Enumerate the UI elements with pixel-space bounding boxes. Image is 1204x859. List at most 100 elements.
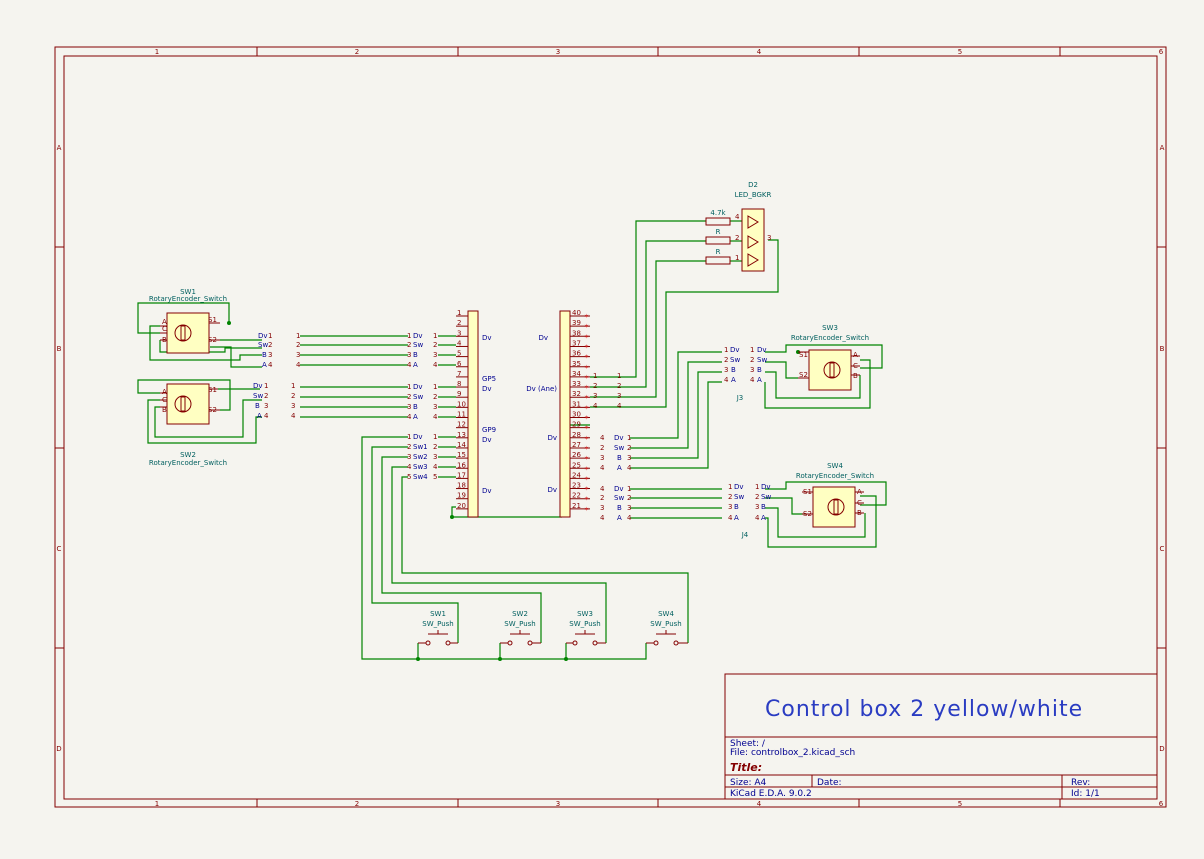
svg-text:1: 1 [268, 332, 272, 340]
outer-frame [54, 46, 1167, 808]
right-header-pin-number: 26 [572, 451, 581, 459]
no-connect-mark: ✶ [584, 435, 589, 442]
row-label-d-right: D [1159, 745, 1164, 753]
svg-text:2: 2 [433, 341, 437, 349]
no-connect-mark: ✶ [584, 323, 589, 330]
svg-text:3: 3 [407, 403, 411, 411]
svg-text:Sw2: Sw2 [413, 453, 428, 461]
left-header-pin-number: 14 [457, 441, 466, 449]
right-header-pin-number: 35 [572, 360, 581, 368]
svg-text:4: 4 [593, 402, 598, 410]
right-header-pin-number: 32 [572, 390, 581, 398]
svg-text:4: 4 [724, 376, 729, 384]
push-button-sw3: SW3 SW_Push [566, 610, 606, 646]
encoder-sw4-pin-s1: S1 [803, 488, 812, 496]
svg-text:4: 4 [728, 514, 733, 522]
push-sw4-value: SW_Push [650, 620, 681, 628]
encoder-sw2-ref: SW2 [180, 451, 196, 459]
svg-text:Sw: Sw [614, 494, 624, 502]
left-header-pin-number: 15 [457, 451, 466, 459]
svg-text:4: 4 [264, 412, 269, 420]
right-header-label-dv-2: Dv [547, 434, 557, 442]
encoder-sw2-pin-c: C [162, 396, 167, 404]
no-connect-mark: ✶ [584, 415, 589, 422]
svg-text:Sw: Sw [730, 356, 740, 364]
svg-text:1: 1 [617, 372, 621, 380]
encoder-sw4-pin-s2: S2 [803, 510, 812, 518]
svg-text:2: 2 [296, 341, 300, 349]
sheet-id: Id: 1/1 [1071, 789, 1100, 799]
left-header-label-gp5: GP5 [482, 375, 496, 383]
encoder-sw2-pin-b: B [162, 406, 167, 414]
right-header-label-dv-ane: Dv (Ane) [526, 385, 557, 393]
encoder-sw2-pin-s2: S2 [208, 406, 217, 414]
svg-text:1: 1 [728, 483, 732, 491]
push-button-sw2: SW2 SW_Push [500, 610, 541, 646]
left-header-pin-number: 1 [457, 309, 461, 317]
svg-text:3: 3 [296, 351, 300, 359]
encoder-sw2: A C B S1 S2 SW2 RotaryEncoder_Switch [149, 383, 227, 467]
svg-text:Sw1: Sw1 [413, 443, 428, 451]
svg-text:4: 4 [627, 514, 632, 522]
svg-text:1: 1 [433, 383, 437, 391]
svg-text:2: 2 [268, 341, 272, 349]
svg-text:B: B [617, 504, 622, 512]
no-connect-mark: ✶ [584, 496, 589, 503]
svg-text:4: 4 [600, 464, 605, 472]
encoder-sw3-ref: SW3 [822, 324, 838, 332]
net-label-sw-2: Sw [253, 392, 263, 400]
push-sw2-ref: SW2 [512, 610, 528, 618]
svg-text:1: 1 [750, 346, 754, 354]
svg-text:3: 3 [268, 351, 272, 359]
svg-text:4: 4 [617, 402, 622, 410]
no-connect-mark: ✶ [584, 455, 589, 462]
resistor-r3-value: R [716, 248, 721, 256]
svg-text:1: 1 [627, 434, 631, 442]
right-header-pin-number: 34 [572, 370, 581, 378]
svg-text:2: 2 [724, 356, 728, 364]
title-label: Title: [730, 761, 762, 774]
row-label-b: B [57, 345, 62, 353]
schematic-sheet: 1 2 3 4 5 6 1 2 3 4 5 6 A B C D A B C D … [0, 0, 1204, 854]
push-sw4-ref: SW4 [658, 610, 674, 618]
left-header-pin-number: 10 [457, 400, 466, 408]
svg-text:5: 5 [433, 473, 437, 481]
row-label-a: A [57, 144, 62, 152]
push-sw2-value: SW_Push [504, 620, 535, 628]
frame-labels: 1 2 3 4 5 6 1 2 3 4 5 6 A B C D A B C D [56, 48, 1164, 808]
svg-text:Sw3: Sw3 [413, 463, 428, 471]
svg-text:Sw: Sw [413, 341, 423, 349]
push-sw3-ref: SW3 [577, 610, 593, 618]
svg-text:Dv: Dv [614, 485, 624, 493]
svg-text:Sw: Sw [757, 356, 767, 364]
col-label-4: 4 [757, 48, 762, 56]
right-header-pin-number: 23 [572, 482, 581, 490]
left-header-pin-number: 3 [457, 329, 461, 337]
col-label-5: 5 [958, 48, 962, 56]
col-label-2: 2 [355, 48, 359, 56]
wires [137, 220, 887, 660]
svg-text:2: 2 [750, 356, 754, 364]
svg-text:B: B [757, 366, 762, 374]
resistor-r2-value: R [716, 228, 721, 236]
svg-text:A: A [757, 376, 762, 384]
led-value: LED_BGKR [735, 191, 772, 199]
svg-text:B: B [413, 351, 418, 359]
svg-text:4: 4 [600, 514, 605, 522]
svg-text:4: 4 [600, 485, 605, 493]
svg-text:2: 2 [627, 444, 631, 452]
net-label-a-2: A [257, 412, 262, 420]
svg-text:3: 3 [728, 503, 732, 511]
svg-text:4: 4 [735, 213, 740, 221]
svg-text:3: 3 [767, 234, 771, 242]
svg-text:1: 1 [296, 332, 300, 340]
no-connect-mark: ✶ [584, 313, 589, 320]
no-connect-mark: ✶ [584, 364, 589, 371]
encoder-sw2-pin-a: A [162, 388, 167, 396]
svg-text:Dv: Dv [757, 346, 767, 354]
push-sw1-value: SW_Push [422, 620, 453, 628]
right-header-pin-number: 30 [572, 411, 581, 419]
date-field: Date: [817, 778, 842, 788]
col-label-1: 1 [155, 48, 159, 56]
no-connect-mark: ✶ [584, 425, 589, 432]
